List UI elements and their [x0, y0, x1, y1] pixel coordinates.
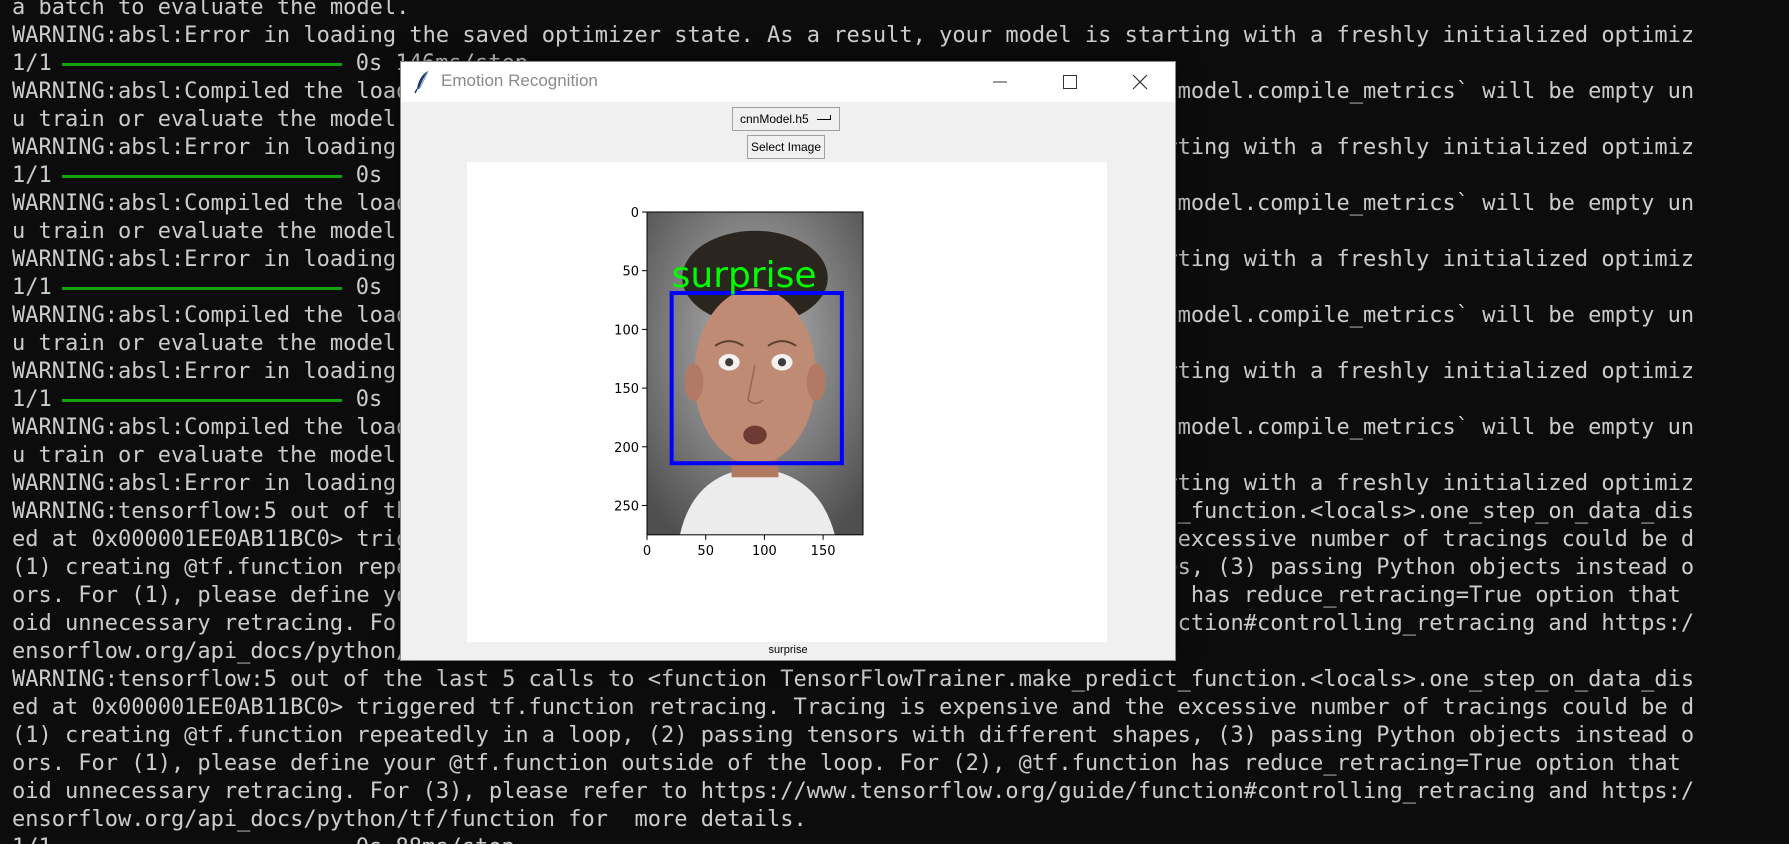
left-ear [684, 363, 704, 401]
x-tick-label: 50 [697, 544, 714, 559]
select-image-button[interactable]: Select Image [747, 135, 825, 159]
maximize-button[interactable] [1035, 62, 1105, 102]
feather-icon [414, 70, 429, 94]
left-pupil [725, 358, 734, 367]
right-ear [806, 363, 826, 401]
emotion-text: surprise [672, 255, 817, 296]
progress-timing: 0s 88ms/step [356, 835, 515, 844]
progress-line: 1/1 0s [12, 274, 382, 302]
title-bar[interactable]: Emotion Recognition [401, 62, 1175, 102]
y-tick-label: 250 [614, 499, 639, 514]
y-tick-label: 50 [622, 265, 639, 280]
progress-line: 1/1 0s [12, 386, 382, 414]
terminal-line: u train or evaluate the model. [12, 219, 410, 244]
progress-step: 1/1 [12, 387, 52, 412]
terminal-line: WARNING:absl:Error in loading the saved … [12, 23, 1695, 48]
progress-step: 1/1 [12, 275, 52, 300]
x-tick-label: 150 [811, 544, 836, 559]
terminal-line: WARNING:tensorflow:5 out of the last 5 c… [12, 667, 1695, 692]
y-tick-label: 150 [614, 382, 639, 397]
terminal-line: ed at 0x000001EE0AB11BC0> triggered tf.f… [12, 695, 1695, 720]
terminal-line: oid unnecessary retracing. For (3), plea… [12, 779, 1695, 804]
mouth [743, 425, 767, 445]
progress-line: 1/1 0s [12, 162, 382, 190]
option-menu-indicator-icon [817, 115, 831, 120]
x-tick-label: 100 [752, 544, 777, 559]
progress-step: 1/1 [12, 163, 52, 188]
maximize-icon [1063, 75, 1077, 89]
terminal-line: u train or evaluate the model. [12, 331, 410, 356]
close-icon [1132, 74, 1148, 90]
progress-step: 1/1 [12, 835, 52, 844]
y-tick-label: 100 [614, 323, 639, 338]
result-figure: surprise 0 50 100 150 0 50 100 150 200 250 [467, 162, 1107, 642]
progress-timing: 0s [355, 163, 383, 188]
terminal-line: (1) creating @tf.function repeatedly in … [12, 723, 1695, 748]
minimize-icon [993, 81, 1007, 83]
emotion-recognition-window: Emotion Recognition cnnModel.h5 Select I… [400, 61, 1176, 661]
terminal-line: ors. For (1), please define your @tf.fun… [12, 751, 1695, 776]
y-tick-label: 0 [631, 206, 639, 221]
window-title: Emotion Recognition [441, 71, 598, 90]
terminal-line: u train or evaluate the model. [12, 443, 410, 468]
progress-line: 1/1 0s 88ms/step [12, 834, 515, 844]
model-select[interactable]: cnnModel.h5 [732, 107, 840, 131]
progress-step: 1/1 [12, 51, 52, 76]
result-plot: surprise 0 50 100 150 0 50 100 150 200 250 [614, 206, 864, 559]
terminal-line: a batch to evaluate the model. [12, 0, 410, 20]
progress-bar [61, 62, 342, 66]
right-pupil [777, 358, 787, 367]
progress-timing: 0s [355, 275, 383, 300]
minimize-button[interactable] [965, 62, 1035, 102]
x-tick-label: 0 [643, 544, 651, 559]
terminal-line: ensorflow.org/api_docs/python/tf/functio… [12, 807, 807, 832]
progress-bar [61, 398, 342, 402]
progress-bar [61, 286, 342, 290]
terminal-line: u train or evaluate the model. [12, 107, 410, 132]
progress-timing: 0s [355, 387, 383, 412]
result-label: surprise [768, 644, 808, 656]
model-select-value: cnnModel.h5 [740, 112, 809, 126]
close-button[interactable] [1105, 62, 1175, 102]
y-tick-label: 200 [614, 441, 639, 456]
progress-bar [61, 174, 342, 178]
